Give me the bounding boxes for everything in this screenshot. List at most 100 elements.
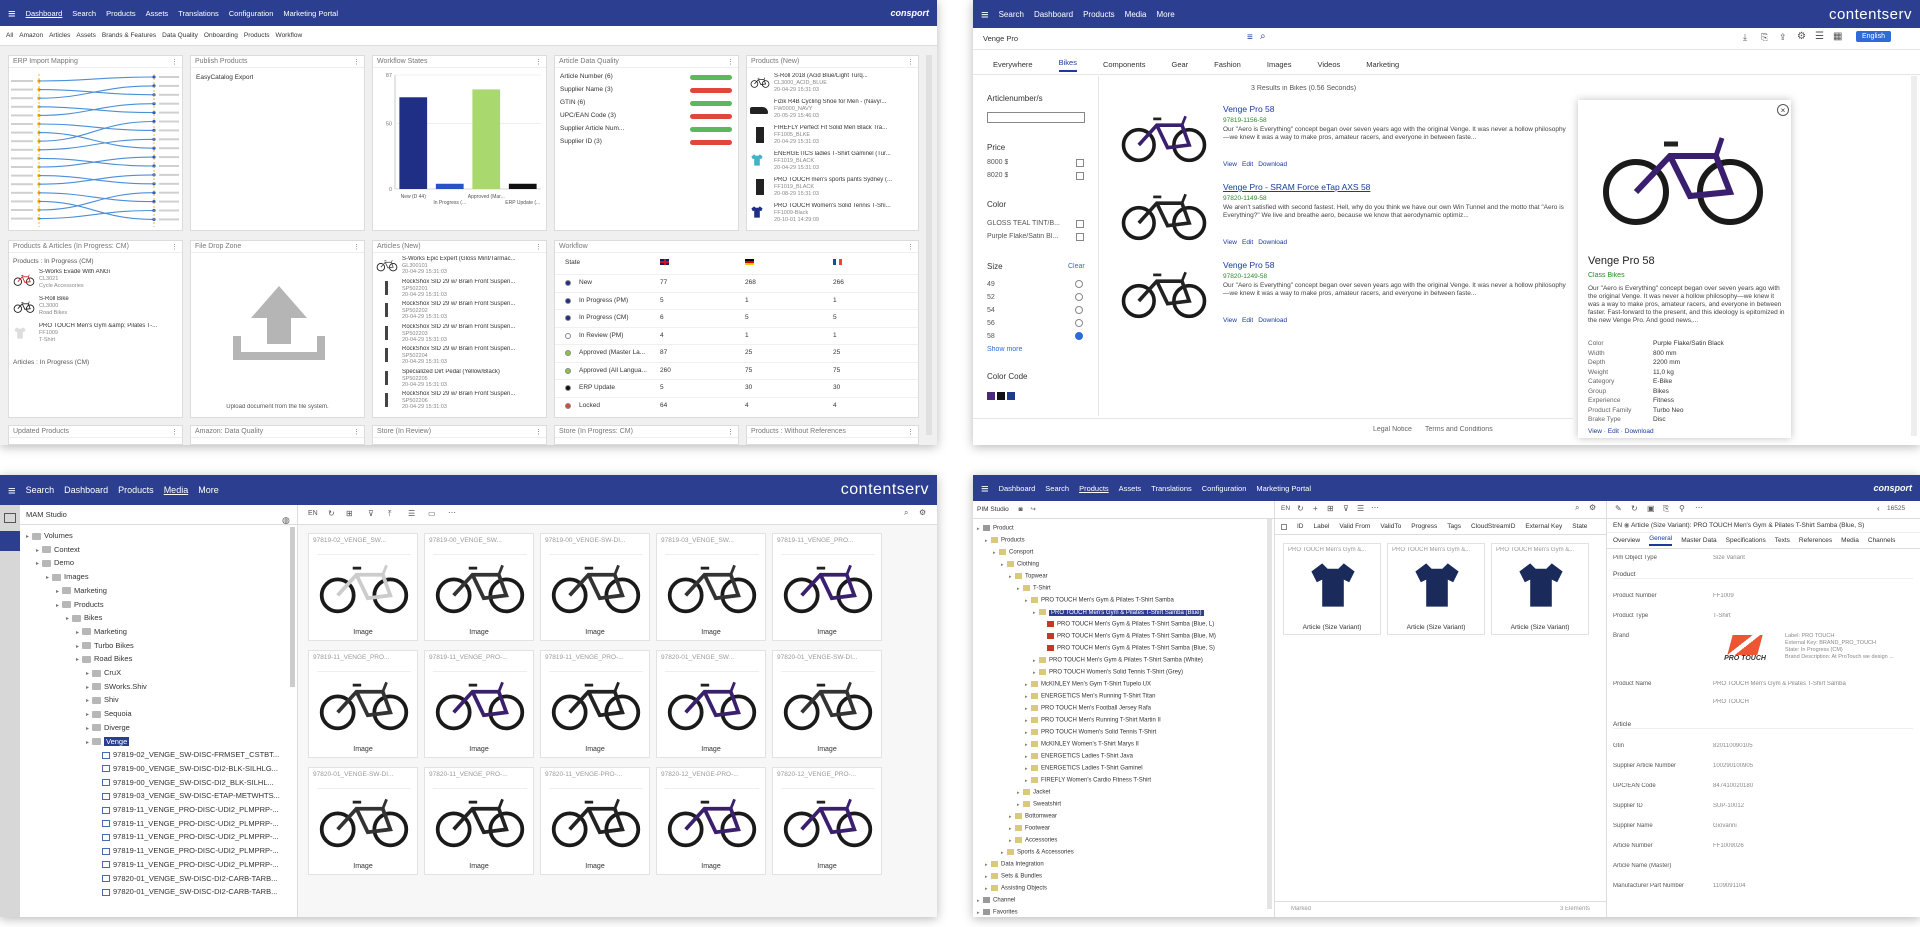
subnav-products[interactable]: Products	[244, 32, 270, 39]
field-value[interactable]: 1109091104	[1713, 883, 1913, 889]
list-item[interactable]: PRO TOUCH Men's Gym &amp; Pilates T-... F…	[13, 323, 178, 347]
asset-thumbnail[interactable]: 97819-11_VENGE_PRO-... Image	[540, 650, 650, 758]
search-icon[interactable]: ⌕	[1575, 503, 1579, 513]
table-row[interactable]: In Progress (PM) 5 1 1	[555, 291, 918, 308]
field-value[interactable]: 847410020180	[1713, 783, 1913, 789]
column-header[interactable]: State	[1572, 523, 1587, 530]
tree-node[interactable]: ▸ PRO TOUCH Men's Gym & Pilates T-Shirt S…	[1033, 609, 1265, 616]
subnav-brands[interactable]: Brands & Features	[102, 32, 156, 39]
tree-folder[interactable]: ▸ Marketing	[76, 627, 288, 636]
field-value[interactable]: FF1009	[1713, 593, 1913, 599]
search-icon[interactable]: ⌕	[1260, 31, 1266, 42]
tree-folder[interactable]: ▸ SWorks.Shiv	[86, 682, 288, 691]
save-icon[interactable]: ▣	[1647, 504, 1655, 513]
facet-artnum-input[interactable]	[987, 112, 1085, 123]
card-menu-icon[interactable]: ⋮	[535, 243, 542, 251]
chart-bar[interactable]	[399, 97, 428, 189]
tree-node[interactable]: ▸ McKINLEY Men's Gym T-Shirt Tupelo UX	[1025, 681, 1265, 688]
facet-size-radio[interactable]	[1075, 332, 1083, 340]
tree-node[interactable]: ▸ PRO TOUCH Men's Football Jersey Rafa	[1025, 705, 1265, 712]
swatch-purple[interactable]	[987, 392, 995, 400]
tree-folder[interactable]: ▸ Bikes	[66, 613, 288, 622]
facet-color-1-checkbox[interactable]	[1076, 220, 1084, 228]
tree-node[interactable]: ▸ Favorites	[977, 909, 1265, 916]
pim-tree-scrollbar[interactable]	[1267, 519, 1272, 909]
facet-color-2-checkbox[interactable]	[1076, 233, 1084, 241]
search-input[interactable]: Venge Pro	[983, 32, 1243, 46]
card-menu-icon[interactable]: ⋮	[727, 428, 734, 436]
tab-marketing[interactable]: Marketing	[1366, 60, 1399, 69]
article-card[interactable]: PRO TOUCH Men's Gym &... Article (Size Va…	[1387, 543, 1485, 635]
table-row[interactable]: ERP Update 5 30 30	[555, 379, 918, 395]
menu-icon[interactable]: ≡	[8, 7, 16, 20]
publish-item[interactable]: EasyCatalog Export	[196, 74, 253, 81]
tree-node[interactable]: ▸ Bottomwear	[1009, 813, 1265, 820]
download-icon[interactable]: ⤓	[1743, 32, 1747, 43]
tree-node[interactable]: PRO TOUCH Men's Gym & Pilates T-Shirt Sa…	[1041, 633, 1265, 640]
tab-master-data[interactable]: Master Data	[1681, 537, 1716, 544]
nav-dashboard[interactable]: Dashboard	[64, 485, 108, 495]
card-menu-icon[interactable]: ⋮	[171, 58, 178, 66]
tree-node[interactable]: ▸ Data Integration	[985, 861, 1265, 868]
dashboard-scrollbar[interactable]	[926, 55, 932, 435]
tree-icon[interactable]: ⚲	[1679, 504, 1685, 513]
field-value[interactable]: 100290100905	[1713, 763, 1913, 769]
list-icon[interactable]: ☰	[1357, 504, 1364, 513]
quality-row[interactable]: Supplier Name (3)	[560, 86, 735, 96]
list-icon[interactable]: ☰	[408, 509, 415, 518]
show-more-link[interactable]: Show more	[987, 346, 1022, 353]
nav-products[interactable]: Products	[1079, 484, 1109, 493]
tree-file[interactable]: 97819-11_VENGE_PRO-DISC-UDI2_PLMPRP-...	[96, 846, 288, 855]
subnav-assets[interactable]: Assets	[76, 32, 96, 39]
tab-components[interactable]: Components	[1103, 60, 1146, 69]
nav-translations[interactable]: Translations	[178, 9, 219, 18]
tree-file[interactable]: 97819-11_VENGE_PRO-DISC-UDI2_PLMPRP-...	[96, 805, 288, 814]
nav-marketing-portal[interactable]: Marketing Portal	[1256, 484, 1311, 493]
subnav-workflow[interactable]: Workflow	[276, 32, 303, 39]
nav-dashboard[interactable]: Dashboard	[999, 484, 1036, 493]
facet-size-clear[interactable]: Clear	[1068, 263, 1085, 270]
asset-thumbnail[interactable]: 97820-11_VENGE-PRO-... Image	[540, 767, 650, 875]
export-icon[interactable]: ⎘	[1761, 32, 1768, 43]
tree-file[interactable]: 97819-11_VENGE_PRO-DISC-UDI2_PLMPRP-...	[96, 832, 288, 841]
field-value[interactable]: PRO TOUCH	[1713, 699, 1913, 705]
nav-products[interactable]: Products	[118, 485, 154, 495]
tab-gear[interactable]: Gear	[1171, 60, 1188, 69]
table-row[interactable]: New 77 268 266	[555, 274, 918, 290]
list-item[interactable]: S-Roll 2018 (Acid Blue/Light Turq... CL30…	[750, 72, 915, 96]
card-menu-icon[interactable]: ⋮	[727, 58, 734, 66]
list-item[interactable]: RockShox SID 29 w/ Brain Front Suspen...…	[376, 346, 544, 367]
tree-file[interactable]: 97820-01_VENGE_SW-DISC-DI2-CARB-TARB...	[96, 874, 288, 883]
tab-references[interactable]: References	[1799, 537, 1832, 544]
card-menu-icon[interactable]: ⋮	[353, 58, 360, 66]
select-all-checkbox[interactable]	[1281, 523, 1287, 530]
card-menu-icon[interactable]: ⋮	[535, 428, 542, 436]
tree-node[interactable]: ▸ PRO TOUCH Men's Running T-Shirt Martin …	[1025, 717, 1265, 724]
field-value[interactable]: 820110090105	[1713, 743, 1913, 749]
menu-icon[interactable]: ≡	[8, 484, 16, 497]
tree-folder[interactable]: ▸ Sequoia	[86, 709, 288, 718]
asset-thumbnail[interactable]: 97820-01_VENGE-SW-DI... Image	[308, 767, 418, 875]
gear-icon[interactable]: ⚙	[919, 508, 926, 517]
chart-bar[interactable]	[508, 183, 537, 189]
list-item[interactable]: FIREFLY Perfect Fit Solid Men Black Tra.…	[750, 124, 915, 148]
tree-folder[interactable]: ▸ Road Bikes	[76, 654, 288, 663]
table-row[interactable]: In Review (PM) 4 1 1	[555, 326, 918, 343]
facet-size-radio[interactable]	[1075, 319, 1083, 327]
card-menu-icon[interactable]: ⋮	[535, 58, 542, 66]
more-icon[interactable]: ⋯	[448, 508, 456, 517]
card-menu-icon[interactable]: ⋮	[171, 243, 178, 251]
asset-thumbnail[interactable]: 97820-12_VENGE_PRO-... Image	[772, 767, 882, 875]
list-item[interactable]: PRO TOUCH Women's Solid Tennis T-Shi... F…	[750, 202, 915, 226]
tab-texts[interactable]: Texts	[1775, 537, 1790, 544]
edit-link[interactable]: Edit	[1242, 161, 1253, 168]
chart-bar[interactable]	[472, 89, 501, 189]
tab-specifications[interactable]: Specifications	[1726, 537, 1766, 544]
tree-folder[interactable]: ▸ Products	[56, 600, 288, 609]
tree-scrollbar[interactable]	[290, 527, 295, 687]
nav-products[interactable]: Products	[106, 9, 136, 18]
close-icon[interactable]: ×	[1777, 104, 1789, 116]
tree-node[interactable]: PRO TOUCH Men's Gym & Pilates T-Shirt Sa…	[1041, 645, 1265, 652]
search-icon[interactable]: ⌕	[904, 508, 908, 518]
section-article[interactable]: Article	[1613, 721, 1913, 729]
